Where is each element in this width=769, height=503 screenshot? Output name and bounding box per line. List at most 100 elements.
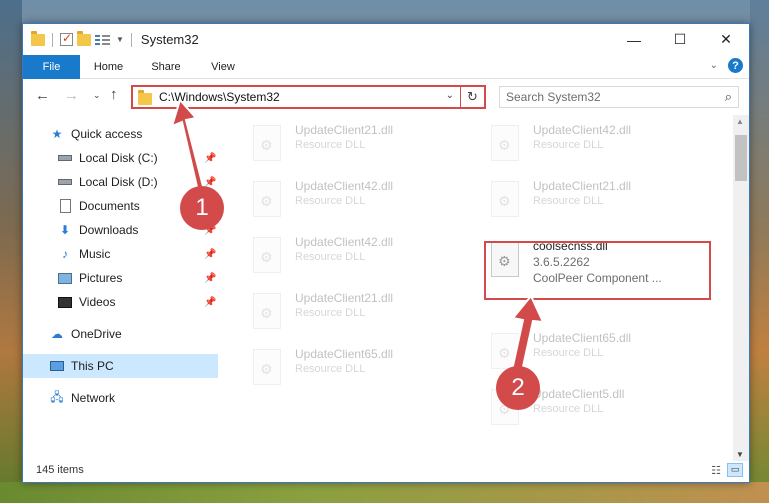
file-name: UpdateClient21.dll: [533, 179, 632, 193]
back-arrow-icon[interactable]: ←: [35, 87, 50, 104]
file-item[interactable]: UpdateClient42.dll Resource DLL: [483, 119, 718, 171]
dll-file-icon: [253, 349, 281, 385]
callout-badge-one: 1: [180, 186, 224, 230]
help-icon[interactable]: ?: [728, 58, 743, 73]
sidebar-item-music[interactable]: ♪ Music 📌: [23, 242, 218, 266]
pictures-icon: [57, 270, 73, 286]
drive-icon: [57, 150, 73, 166]
expand-ribbon-chevron-icon[interactable]: ⌄: [710, 60, 718, 71]
dll-file-icon: [491, 125, 519, 161]
ribbon-right-controls: ⌄ ?: [710, 58, 743, 73]
toolbar-divider: [52, 32, 53, 47]
network-icon: 🖧: [50, 389, 64, 404]
explorer-window: ▼ System32 — ☐ ✕ File Home Share View ⌄ …: [22, 23, 750, 483]
search-input[interactable]: Search System32 ⌕: [499, 86, 739, 108]
file-name: UpdateClient21.dll: [295, 123, 394, 137]
tab-view[interactable]: View: [195, 55, 251, 79]
sidebar-item-label: Videos: [79, 295, 116, 309]
file-item[interactable]: UpdateClient42.dll Resource DLL: [245, 231, 480, 283]
file-type: Resource DLL: [295, 251, 366, 263]
tab-share[interactable]: Share: [137, 55, 195, 79]
ribbon-tabs: File Home Share View ⌄ ?: [23, 54, 749, 79]
title-bar: ▼ System32 — ☐ ✕: [23, 24, 749, 55]
chevron-down-icon[interactable]: ▼: [116, 35, 124, 44]
forward-arrow-icon[interactable]: →: [64, 87, 79, 104]
file-name: UpdateClient21.dll: [295, 291, 394, 305]
file-item[interactable]: UpdateClient65.dll Resource DLL: [245, 343, 480, 395]
desktop-background-right: [750, 0, 769, 503]
star-icon: ★: [51, 127, 63, 141]
toolbar-divider: [130, 32, 132, 47]
file-item[interactable]: UpdateClient21.dll Resource DLL: [245, 119, 480, 171]
folder-icon[interactable]: [31, 30, 45, 46]
pin-icon[interactable]: 📌: [204, 273, 216, 284]
sidebar-item-label: Network: [71, 391, 116, 405]
sidebar-item-this-pc[interactable]: This PC: [23, 354, 218, 378]
window-title: System32: [140, 32, 199, 47]
new-folder-icon[interactable]: [77, 30, 91, 46]
close-button[interactable]: ✕: [703, 24, 749, 55]
customize-toolbar-icon[interactable]: [95, 34, 111, 46]
dll-file-icon: [253, 237, 281, 273]
documents-icon: [57, 198, 73, 214]
folder-icon: [138, 90, 152, 105]
file-type: Resource DLL: [295, 363, 366, 375]
recent-locations-chevron-icon[interactable]: ⌄: [93, 90, 101, 101]
tiles-view-icon[interactable]: ▭: [727, 463, 743, 477]
sidebar-item-label: Documents: [79, 199, 140, 213]
sidebar-item-label: Local Disk (C:): [79, 151, 158, 165]
desktop-background-left: [0, 0, 22, 503]
chevron-down-icon[interactable]: ⌄: [446, 90, 454, 101]
file-name: UpdateClient5.dll: [533, 387, 625, 401]
sidebar-item-videos[interactable]: Videos 📌: [23, 290, 218, 314]
scrollbar-thumb[interactable]: [735, 135, 747, 181]
file-type: Resource DLL: [533, 195, 604, 207]
pin-icon[interactable]: 📌: [204, 249, 216, 260]
maximize-button[interactable]: ☐: [657, 24, 703, 55]
sidebar-item-label: Local Disk (D:): [79, 175, 158, 189]
sidebar-item-label: OneDrive: [71, 327, 122, 341]
file-type: Resource DLL: [533, 403, 604, 415]
sidebar-item-label: Music: [79, 247, 111, 261]
file-type: Resource DLL: [295, 139, 366, 151]
computer-icon: [49, 358, 65, 374]
vertical-scrollbar[interactable]: ▲ ▼: [733, 115, 749, 461]
properties-check-icon[interactable]: [60, 31, 73, 46]
download-icon: ⬇: [59, 223, 71, 237]
sidebar-item-onedrive[interactable]: ☁ OneDrive: [23, 322, 218, 346]
dll-file-icon: [491, 181, 519, 217]
pin-icon[interactable]: 📌: [204, 297, 216, 308]
dll-file-icon: [253, 293, 281, 329]
sidebar-item-network[interactable]: 🖧 Network: [23, 386, 218, 410]
sidebar-item-label: This PC: [71, 359, 114, 373]
scroll-down-arrow-icon[interactable]: ▼: [736, 450, 744, 459]
sidebar-item-label: Pictures: [79, 271, 123, 285]
details-view-icon[interactable]: ☷: [711, 464, 721, 477]
refresh-icon[interactable]: ↻: [460, 87, 484, 107]
scroll-up-arrow-icon[interactable]: ▲: [736, 117, 744, 126]
drive-icon: [57, 174, 73, 190]
file-item[interactable]: UpdateClient21.dll Resource DLL: [245, 287, 480, 339]
file-name: UpdateClient42.dll: [295, 179, 394, 193]
file-item[interactable]: UpdateClient21.dll Resource DLL: [483, 175, 718, 227]
minimize-button[interactable]: —: [611, 24, 657, 55]
window-controls: — ☐ ✕: [611, 24, 749, 55]
tab-home[interactable]: Home: [80, 55, 137, 79]
search-icon[interactable]: ⌕: [725, 89, 732, 105]
file-type: Resource DLL: [533, 139, 604, 151]
sidebar-item-pictures[interactable]: Pictures 📌: [23, 266, 218, 290]
dll-file-icon: [253, 181, 281, 217]
callout-badge-two: 2: [496, 366, 540, 410]
desktop-background-bottom: [0, 482, 769, 503]
up-arrow-icon[interactable]: ↑: [110, 86, 118, 103]
videos-icon: [57, 294, 73, 310]
quick-access-toolbar: ▼: [23, 30, 135, 47]
file-item[interactable]: UpdateClient42.dll Resource DLL: [245, 175, 480, 227]
tab-file[interactable]: File: [23, 54, 80, 79]
file-name: UpdateClient42.dll: [295, 235, 394, 249]
status-bar: 145 items ☷ ▭: [23, 460, 749, 482]
file-highlight-box: [484, 241, 711, 300]
file-type: Resource DLL: [295, 195, 366, 207]
search-placeholder: Search System32: [506, 90, 601, 104]
sidebar-item-label: Quick access: [71, 127, 143, 141]
